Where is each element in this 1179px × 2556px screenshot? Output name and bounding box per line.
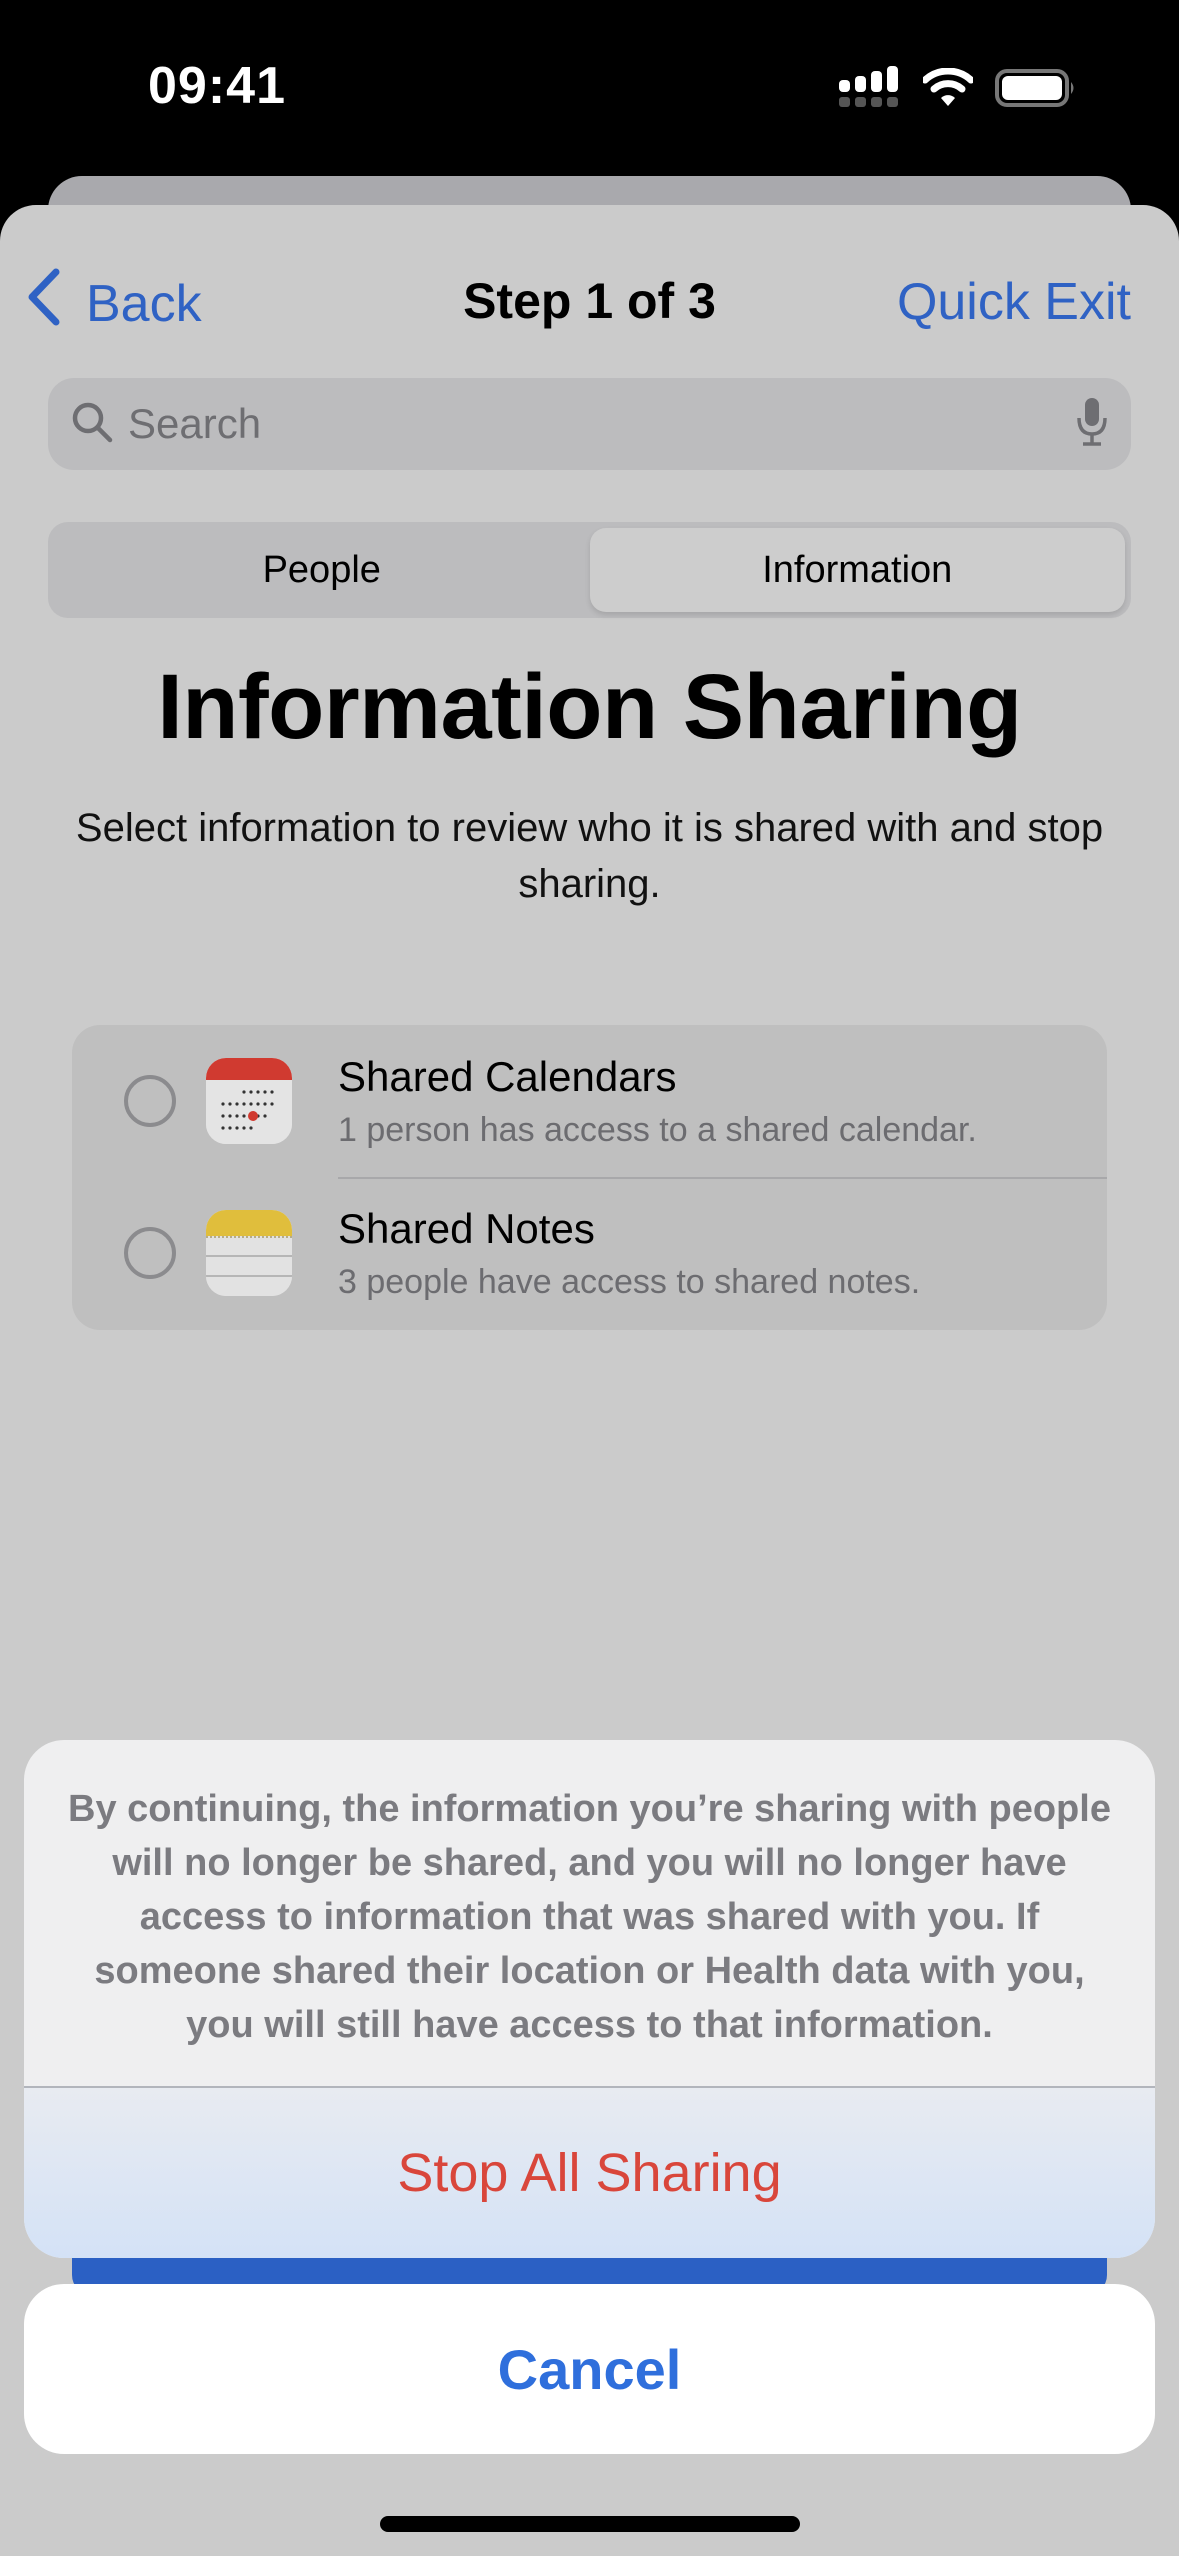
home-indicator[interactable] [380,2516,800,2532]
page-subtitle: Select information to review who it is s… [75,806,1104,906]
calendar-app-icon [206,1058,292,1144]
status-time: 09:41 [148,57,286,115]
item-title: Shared Calendars [338,1052,677,1100]
status-icons [839,66,1079,115]
search-bar[interactable] [48,378,1131,470]
search-icon [70,400,114,449]
tab-people[interactable]: People [54,528,590,612]
search-input[interactable] [128,400,1075,448]
microphone-icon[interactable] [1075,396,1109,453]
battery-icon [995,68,1079,113]
radio-button[interactable] [124,1227,176,1279]
action-sheet: By continuing, the information you’re sh… [24,1740,1155,2258]
list-item-shared-notes[interactable]: Shared Notes 3 people have access to sha… [72,1177,1107,1329]
segmented-control: People Information [48,522,1131,618]
page-title: Information Sharing [157,656,1022,758]
action-sheet-message: By continuing, the information you’re sh… [68,1788,1111,2046]
radio-button[interactable] [124,1075,176,1127]
status-bar: 09:41 [0,0,1179,170]
information-list: Shared Calendars 1 person has access to … [72,1025,1107,1330]
cancel-button[interactable]: Cancel [24,2284,1155,2454]
item-subtitle: 1 person has access to a shared calendar… [338,1110,977,1149]
navigation-bar: Back Step 1 of 3 Quick Exit [0,260,1179,340]
stop-all-sharing-button[interactable]: Stop All Sharing [24,2088,1155,2258]
item-title: Shared Notes [338,1204,595,1252]
quick-exit-button[interactable]: Quick Exit [897,272,1131,332]
tab-information[interactable]: Information [589,528,1125,612]
wifi-icon [921,67,975,113]
item-subtitle: 3 people have access to shared notes. [338,1262,921,1301]
cellular-signal-icon [839,66,901,115]
list-item-shared-calendars[interactable]: Shared Calendars 1 person has access to … [72,1025,1107,1177]
notes-app-icon [206,1210,292,1296]
